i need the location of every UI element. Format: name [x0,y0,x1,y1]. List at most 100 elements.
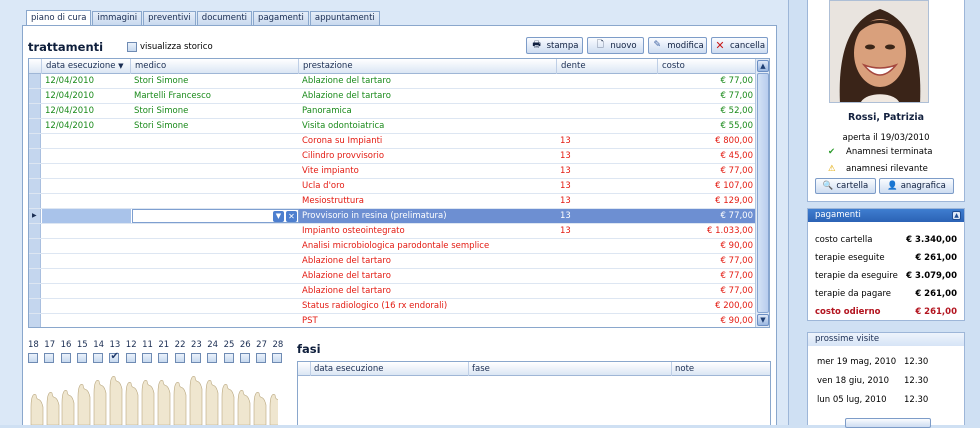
col-prestazione[interactable]: prestazione [299,59,557,74]
row-selector[interactable] [29,314,41,327]
scroll-down-icon[interactable]: ▼ [757,314,769,326]
tooth-shape [221,384,235,425]
row-selector[interactable] [29,149,41,163]
cell-dente [560,74,656,88]
row-selector[interactable] [29,74,41,88]
table-row[interactable]: Impianto osteointegrato 13 € 1.033,00 [29,224,757,239]
tooth-checkbox[interactable] [28,353,44,364]
tooth-checkbox[interactable] [207,353,223,364]
tooth-checkbox[interactable] [60,353,77,364]
tooth-checkbox[interactable] [239,353,256,364]
row-selector[interactable] [29,254,41,268]
tooth-checkbox[interactable] [93,353,109,364]
tab-documenti[interactable]: documenti [196,11,253,26]
table-row[interactable]: Cilindro provvisorio 13 € 45,00 [29,149,757,164]
cancella-button[interactable]: ✕ cancella [711,37,768,54]
table-row[interactable]: ▶ ▼ ✕ Provvisorio in resina (prelimatura) 13… [29,209,757,224]
row-selector[interactable] [29,119,41,133]
scroll-thumb[interactable] [757,73,769,313]
table-row[interactable]: Ablazione del tartaro € 77,00 [29,284,757,299]
table-row[interactable]: Ablazione del tartaro € 77,00 [29,269,757,284]
tab-immagini[interactable]: immagini [92,11,143,26]
row-selector[interactable] [29,134,41,148]
pagamenti-box: pagamenti ▲ costo cartella € 3.340,00 tera… [807,208,965,321]
scroll-up-icon[interactable]: ▲ [757,60,769,72]
fasi-col-fase[interactable]: fase [469,362,672,376]
table-row[interactable]: PST € 90,00 [29,314,757,327]
table-row[interactable]: Analisi microbiologica parodontale sempl… [29,239,757,254]
table-row[interactable]: Mesiostruttura 13 € 129,00 [29,194,757,209]
modifica-button[interactable]: ✎ modifica [648,37,707,54]
payment-value: € 261,00 [915,307,957,317]
tooth-number: 16 [60,340,72,350]
tooth-checkbox[interactable]: ✔ [109,351,125,364]
tooth-checkbox[interactable] [76,353,93,364]
table-row[interactable]: Ucla d'oro 13 € 107,00 [29,179,757,194]
tooth-checkbox[interactable] [190,353,207,364]
cell-medico [134,149,297,163]
cartella-button[interactable]: 🔍 cartella [815,178,876,194]
table-row[interactable]: Corona su Impianti 13 € 800,00 [29,134,757,149]
storico-toggle[interactable]: visualizza storico [127,42,213,52]
tooth-checkbox[interactable] [158,353,174,364]
visit-time: 12.30 [904,395,929,405]
tab-pagamenti[interactable]: pagamenti [253,11,309,26]
col-costo[interactable]: costo [658,59,757,74]
tab-preventivi[interactable]: preventivi [143,11,196,26]
table-row[interactable]: Status radiologico (16 rx endorali) € 200… [29,299,757,314]
tooth-checkbox[interactable] [125,353,142,364]
cell-date [45,254,131,268]
col-medico[interactable]: medico [131,59,299,74]
cell-prestazione: Cilindro provvisorio [302,151,385,161]
row-selector[interactable] [29,224,41,238]
cell-date [45,194,131,208]
tab-appuntamenti[interactable]: appuntamenti [309,11,380,26]
tooth-shape [173,382,187,425]
tooth-checkbox[interactable] [272,353,288,364]
fasi-col-note[interactable]: note [672,362,770,376]
tooth-checkbox[interactable] [256,353,272,364]
row-selector[interactable]: ▶ [29,209,41,223]
row-selector[interactable] [29,89,41,103]
table-row[interactable]: 12/04/2010 Stori Simone Panoramica € 52,00 [29,104,757,119]
fasi-col-data[interactable]: data esecuzione [311,362,469,376]
tab-piano-di-cura[interactable]: piano di cura [26,10,92,26]
row-selector[interactable] [29,164,41,178]
visit-date[interactable]: ven 18 giu, 2010 [817,376,889,386]
payment-value: € 3.340,00 [906,235,957,245]
cell-costo: € 90,00 [720,316,753,326]
cell-date [45,209,131,223]
table-row[interactable]: 12/04/2010 Martelli Francesco Ablazione de… [29,89,757,104]
grid-scrollbar[interactable]: ▲ ▼ [755,59,769,327]
visite-action-button[interactable] [845,418,931,428]
table-row[interactable]: 12/04/2010 Stori Simone Visita odontoiatri… [29,119,757,134]
row-selector[interactable] [29,284,41,298]
col-dente[interactable]: dente [557,59,658,74]
visit-date[interactable]: lun 05 lug, 2010 [817,395,887,405]
anagrafica-button[interactable]: 👤 anagrafica [879,178,954,194]
fasi-header-corner [298,362,311,376]
row-selector[interactable] [29,269,41,283]
col-data-esecuzione[interactable]: data esecuzione ▼ [42,59,131,74]
tooth-checkbox[interactable] [174,353,191,364]
tooth-shape [46,392,60,425]
row-selector[interactable] [29,194,41,208]
storico-checkbox[interactable] [127,42,137,52]
table-row[interactable]: Vite impianto 13 € 77,00 [29,164,757,179]
table-row[interactable]: Ablazione del tartaro € 77,00 [29,254,757,269]
row-selector[interactable] [29,179,41,193]
nuovo-button[interactable]: 🗋 nuovo [587,37,644,54]
cell-date [45,284,131,298]
stampa-button[interactable]: 🖶 stampa [526,37,583,54]
row-selector[interactable] [29,239,41,253]
visit-date[interactable]: mer 19 mag, 2010 [817,357,896,367]
tooth-checkbox[interactable] [44,353,60,364]
table-row[interactable]: 12/04/2010 Stori Simone Ablazione del tart… [29,74,757,89]
cell-dente: 13 [560,151,571,161]
tooth-checkbox[interactable] [223,353,240,364]
row-selector[interactable] [29,104,41,118]
payment-label: terapie eseguite [815,253,885,263]
collapse-icon[interactable]: ▲ [952,211,961,220]
tooth-checkbox[interactable] [142,353,158,364]
row-selector[interactable] [29,299,41,313]
